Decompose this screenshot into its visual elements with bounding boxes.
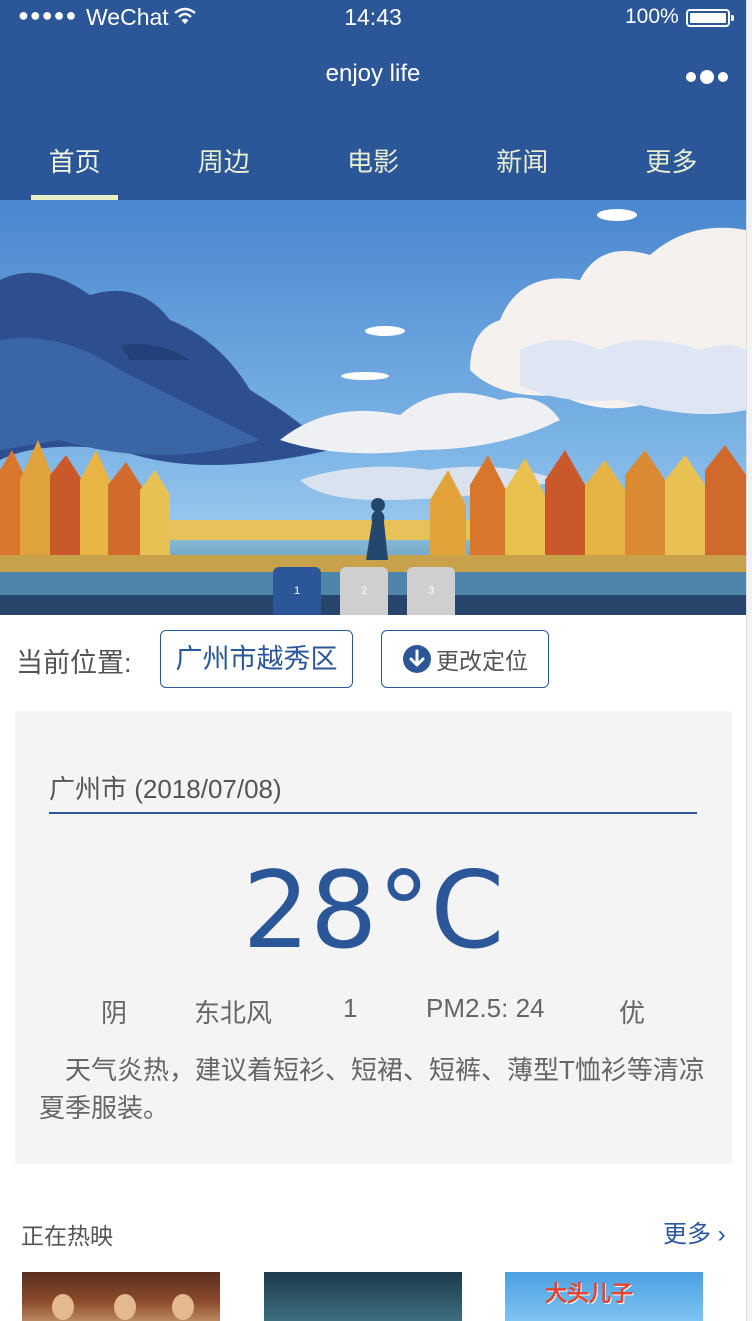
poster-title: 大头儿子 (545, 1282, 634, 1307)
poster-figure (172, 1294, 194, 1320)
carousel-dot-2[interactable]: 2 (340, 567, 388, 615)
download-arrow-icon (403, 645, 431, 673)
carousel-indicators: 1 2 3 (273, 567, 455, 615)
window-edge (746, 0, 752, 1321)
banner-carousel[interactable]: 1 2 3 (0, 200, 746, 615)
weather-temperature: 28°C (242, 849, 505, 972)
change-location-label: 更改定位 (436, 648, 528, 674)
page-title: enjoy life (325, 60, 421, 87)
movie-poster[interactable] (264, 1272, 462, 1321)
battery-percent: 100% (625, 5, 679, 28)
more-dots-icon[interactable] (686, 70, 728, 84)
weather-air-quality: 优 (619, 998, 646, 1028)
carousel-dot-1[interactable]: 1 (273, 567, 321, 615)
battery-icon (686, 9, 734, 27)
weather-advice: 天气炎热，建议着短衫、短裙、短裤、薄型T恤衫等清凉夏季服装。 (39, 1055, 705, 1123)
weather-panel: 广州市 (2018/07/08) 28°C 阴 东北风 1 PM2.5: 24 … (15, 711, 732, 1164)
app-header: ●●●●● WeChat 14:43 100% enjoy life 首页 周边… (0, 0, 746, 200)
weather-condition: 阴 (101, 998, 128, 1028)
weather-wind-level: 1 (343, 993, 358, 1023)
location-label: 当前位置: (16, 648, 132, 678)
poster-figure (52, 1294, 74, 1320)
now-showing-title: 正在热映 (21, 1223, 113, 1249)
tab-nearby[interactable]: 周边 (149, 128, 298, 200)
tab-news[interactable]: 新闻 (448, 128, 597, 200)
poster-figure (114, 1294, 136, 1320)
weather-pm25: PM2.5: 24 (426, 993, 545, 1023)
tab-bar: 首页 周边 电影 新闻 更多 (0, 128, 746, 200)
movie-poster[interactable] (22, 1272, 220, 1321)
now-showing-more-link[interactable]: 更多 › (663, 1214, 726, 1249)
banner-image (0, 200, 746, 615)
movie-poster[interactable]: 大头儿子 (505, 1272, 703, 1321)
weather-wind-direction: 东北风 (194, 998, 273, 1028)
status-bar: ●●●●● WeChat 14:43 100% (0, 0, 746, 38)
tab-movies[interactable]: 电影 (298, 128, 447, 200)
tab-more[interactable]: 更多 (597, 128, 746, 200)
tab-home[interactable]: 首页 (0, 128, 149, 200)
weather-city-date: 广州市 (2018/07/08) (49, 769, 697, 814)
change-location-button[interactable]: 更改定位 (381, 630, 549, 688)
carousel-dot-3[interactable]: 3 (407, 567, 455, 615)
current-location: 广州市越秀区 (160, 630, 353, 688)
